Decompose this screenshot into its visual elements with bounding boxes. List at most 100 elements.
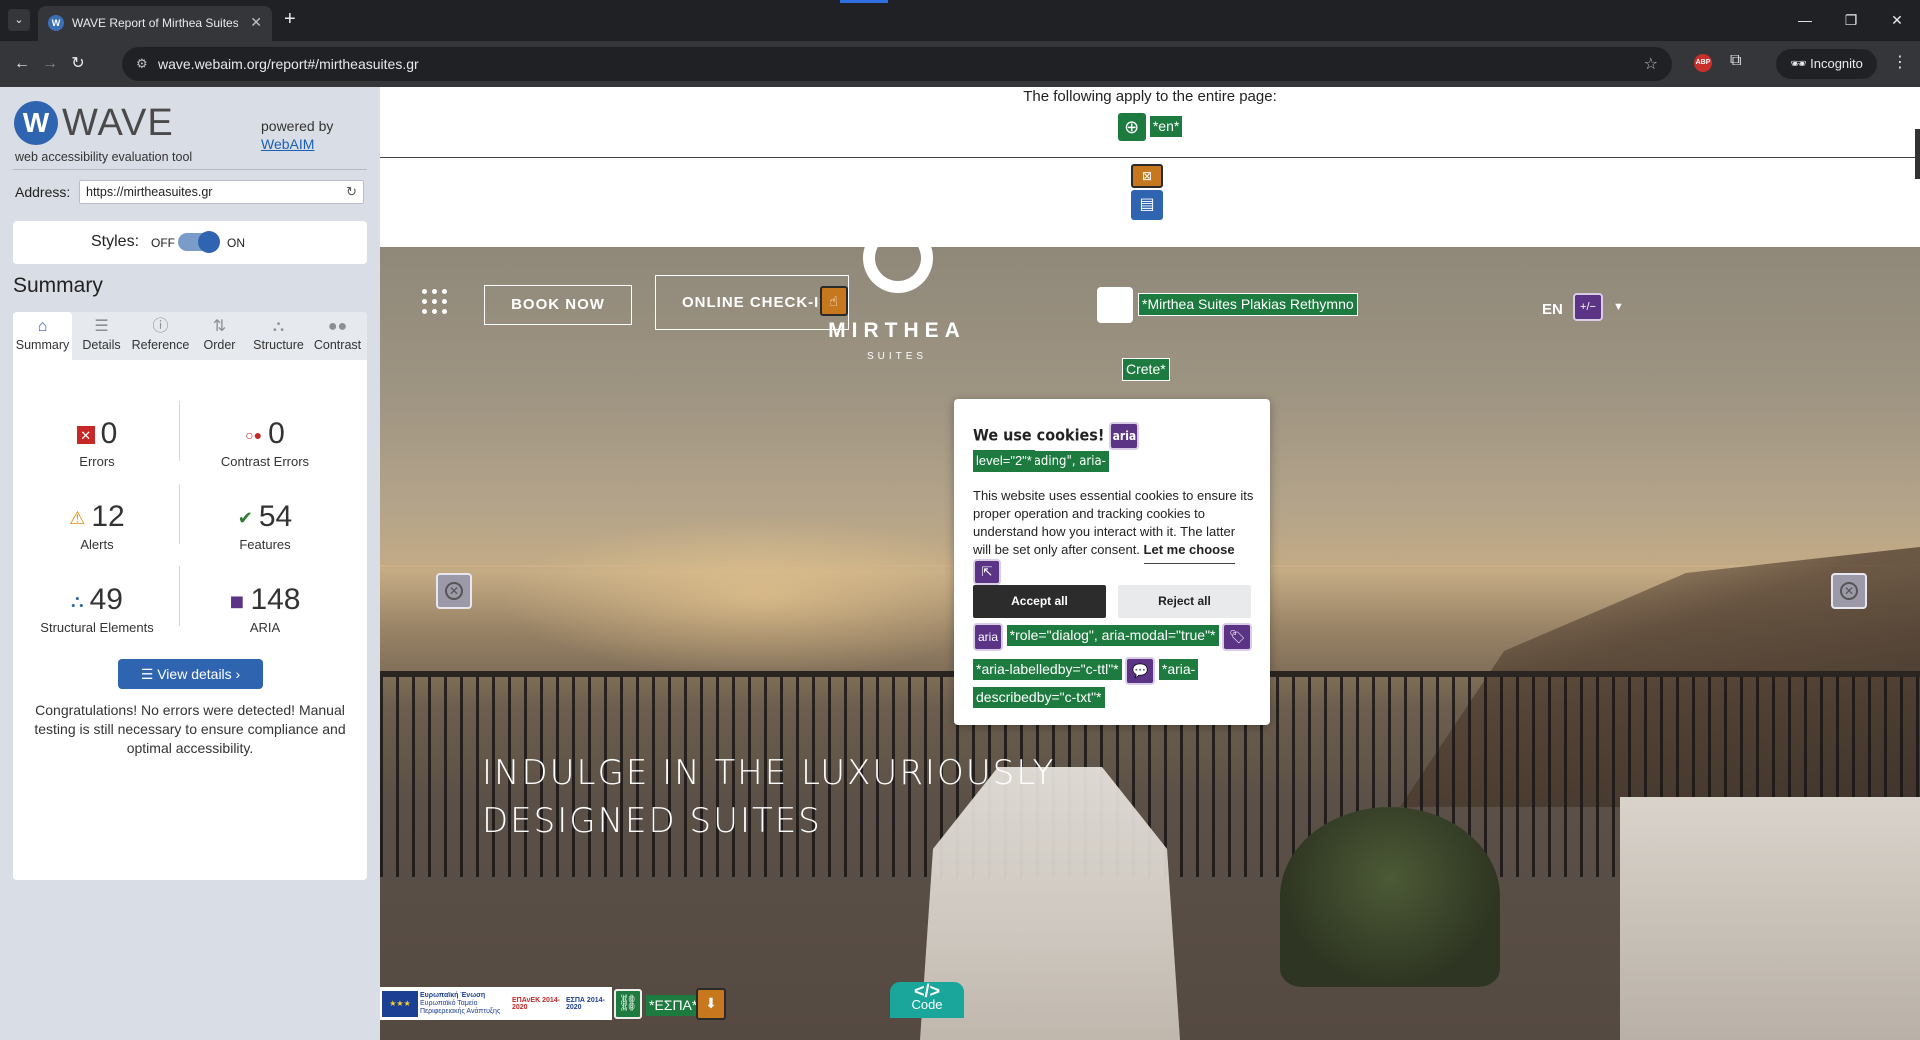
hero-line-1: INDULGE IN THE LUXURIOUSLY <box>482 753 1056 793</box>
code-toggle-button[interactable]: </> Code <box>890 982 964 1018</box>
aria-label-tag-icon[interactable]: 🏷 <box>1222 623 1253 651</box>
online-checkin-label: ONLINE CHECK-IN <box>682 294 832 311</box>
bookmark-star-icon[interactable]: ☆ <box>1644 54 1658 74</box>
chevron-down-icon[interactable]: ▼ <box>1613 301 1624 313</box>
aria-expanded-icon[interactable]: +/− <box>1573 293 1603 321</box>
structure-block-icon[interactable]: ▤ <box>1131 190 1163 220</box>
code-brackets-icon: </> <box>913 981 941 1001</box>
window-controls: — ❐ ✕ <box>1782 0 1920 40</box>
stat-features[interactable]: ✔ 54 Features <box>181 499 349 552</box>
minimize-button[interactable]: — <box>1782 0 1828 40</box>
aria-describedby-icon[interactable]: 💬 <box>1125 657 1156 685</box>
summary-panel: ⌂ Summary ☰ Details ⓘ Reference ⇅ Order ⛬ Str… <box>13 312 367 880</box>
menu-grid-icon[interactable] <box>422 289 448 315</box>
incognito-indicator[interactable]: 🕶 Incognito <box>1776 49 1877 79</box>
aria-label: ARIA <box>249 620 281 635</box>
tab-structure[interactable]: ⛬ Structure <box>249 312 308 360</box>
carousel-prev-button[interactable]: ✕ <box>436 573 472 609</box>
wave-sidebar: W WAVE web accessibility evaluation tool … <box>0 87 380 1040</box>
site-info-icon[interactable]: ⚙ <box>136 56 148 72</box>
pdf-link-icon[interactable]: ⬇ <box>696 988 726 1020</box>
stat-contrast-errors[interactable]: ○● 0 Contrast Errors <box>181 416 349 469</box>
wave-tabs: ⌂ Summary ☰ Details ⓘ Reference ⇅ Order ⛬ Str… <box>13 312 367 360</box>
terrace-wall <box>1620 797 1920 1040</box>
hero-line-2: DESIGNED SUITES <box>482 801 822 841</box>
stat-aria[interactable]: ◼ 148 ARIA <box>181 582 349 635</box>
tab-label: Contrast <box>313 338 362 352</box>
reload-button[interactable]: ↻ <box>64 50 92 78</box>
code-label: Code <box>911 997 943 1012</box>
stat-alerts[interactable]: ⚠ 12 Alerts <box>13 499 181 552</box>
aria-count: 148 <box>250 583 301 616</box>
features-label: Features <box>239 537 291 552</box>
let-me-choose-link[interactable]: Let me choose <box>1143 542 1235 564</box>
tab-order[interactable]: ⇅ Order <box>190 312 249 360</box>
carousel-next-button[interactable]: ✕ <box>1831 573 1867 609</box>
adblock-extension-icon[interactable]: ABP <box>1694 54 1712 72</box>
back-button[interactable]: ← <box>8 50 36 78</box>
tab-summary[interactable]: ⌂ Summary <box>13 312 72 360</box>
webaim-link[interactable]: WebAIM <box>261 136 314 152</box>
book-now-button[interactable]: BOOK NOW <box>484 285 632 325</box>
alert-x-icon[interactable]: ⊠ <box>1131 164 1163 188</box>
reject-all-button[interactable]: Reject all <box>1118 585 1251 618</box>
alt-image-icon[interactable] <box>1097 287 1133 323</box>
tab-contrast[interactable]: ●● Contrast <box>308 312 367 360</box>
browser-tab[interactable]: W WAVE Report of Mirthea Suites ✕ <box>38 6 272 41</box>
online-checkin-button[interactable]: ONLINE CHECK-IN ☝ <box>655 275 849 330</box>
stat-structural[interactable]: ⛬ 49 Structural Elements <box>13 582 181 635</box>
aria-icon[interactable]: aria <box>973 623 1003 651</box>
contrast-icon: ●● <box>327 318 348 335</box>
aria-button-icon[interactable]: ⇱ <box>973 559 1001 585</box>
language-switcher[interactable]: EN <box>1542 301 1563 318</box>
address-bar[interactable]: ⚙ wave.webaim.org/report#/mirtheasuites.… <box>122 47 1672 81</box>
alt-text-tag: *Mirthea Suites Plakias Rethymno <box>1138 293 1358 316</box>
close-circle-icon: ✕ <box>1840 582 1858 600</box>
stat-errors[interactable]: ✕ 0 Errors <box>13 416 181 469</box>
page-scrollbar[interactable] <box>1915 129 1920 179</box>
dialog-role-tag: *role="dialog", aria-modal="true"* <box>1006 625 1219 647</box>
styles-toggle[interactable] <box>178 231 220 253</box>
tab-label: Details <box>82 338 121 352</box>
alerts-label: Alerts <box>80 537 114 552</box>
cookie-description: This website uses essential cookies to e… <box>973 487 1255 585</box>
alerts-count: 12 <box>91 500 125 533</box>
incognito-icon: 🕶 <box>1790 56 1811 71</box>
styles-off-label: OFF <box>151 236 175 250</box>
tab-reference[interactable]: ⓘ Reference <box>131 312 190 360</box>
address-input[interactable]: https://mirtheasuites.gr ↻ <box>79 180 364 204</box>
tab-close-icon[interactable]: ✕ <box>250 14 262 31</box>
tab-search-button[interactable]: ⌄ <box>8 9 30 31</box>
alert-link-icon[interactable]: ☝ <box>820 286 848 316</box>
lang-tag: *en* <box>1149 115 1183 137</box>
restore-button[interactable]: ❐ <box>1828 0 1874 40</box>
structural-label: Structural Elements <box>40 620 154 635</box>
brand-name: MIRTHEA <box>828 319 966 342</box>
aria-cube-icon: ◼ <box>229 591 245 612</box>
eu-funding-banner[interactable]: ★★★ Ευρωπαϊκή Ένωση Ευρωπαϊκό Ταμείο Περι… <box>380 987 612 1020</box>
order-icon: ⇅ <box>212 318 227 335</box>
view-details-button[interactable]: ☰ View details › <box>118 659 263 689</box>
address-value: https://mirtheasuites.gr <box>86 185 213 199</box>
potted-plants <box>1280 807 1500 987</box>
tab-label: Order <box>203 338 236 352</box>
congrats-message: Congratulations! No errors were detected… <box>34 702 346 756</box>
browser-menu-icon[interactable]: ⋮ <box>1892 52 1908 72</box>
close-window-button[interactable]: ✕ <box>1874 0 1920 40</box>
wave-favicon-icon: W <box>48 15 64 31</box>
describedby-tag: *aria- <box>1158 659 1199 681</box>
forward-button[interactable]: → <box>36 50 64 78</box>
page-wide-notice: The following apply to the entire page: … <box>380 87 1920 157</box>
wave-logo[interactable]: W WAVE <box>14 101 174 145</box>
tab-details[interactable]: ☰ Details <box>72 312 131 360</box>
wave-logo-word: WAVE <box>62 101 174 144</box>
accept-all-button[interactable]: Accept all <box>973 585 1106 618</box>
linked-image-icon[interactable]: ⛓ <box>614 989 642 1019</box>
refresh-icon[interactable]: ↻ <box>346 184 357 200</box>
structure-tree-icon: ⛬ <box>71 591 84 612</box>
language-globe-icon[interactable]: ⊕ <box>1117 113 1146 141</box>
new-tab-button[interactable]: + <box>284 8 296 30</box>
extensions-puzzle-icon[interactable]: ⧉ <box>1730 52 1741 70</box>
wave-logo-icon: W <box>14 101 58 145</box>
aria-icon[interactable]: aria <box>1109 422 1140 450</box>
